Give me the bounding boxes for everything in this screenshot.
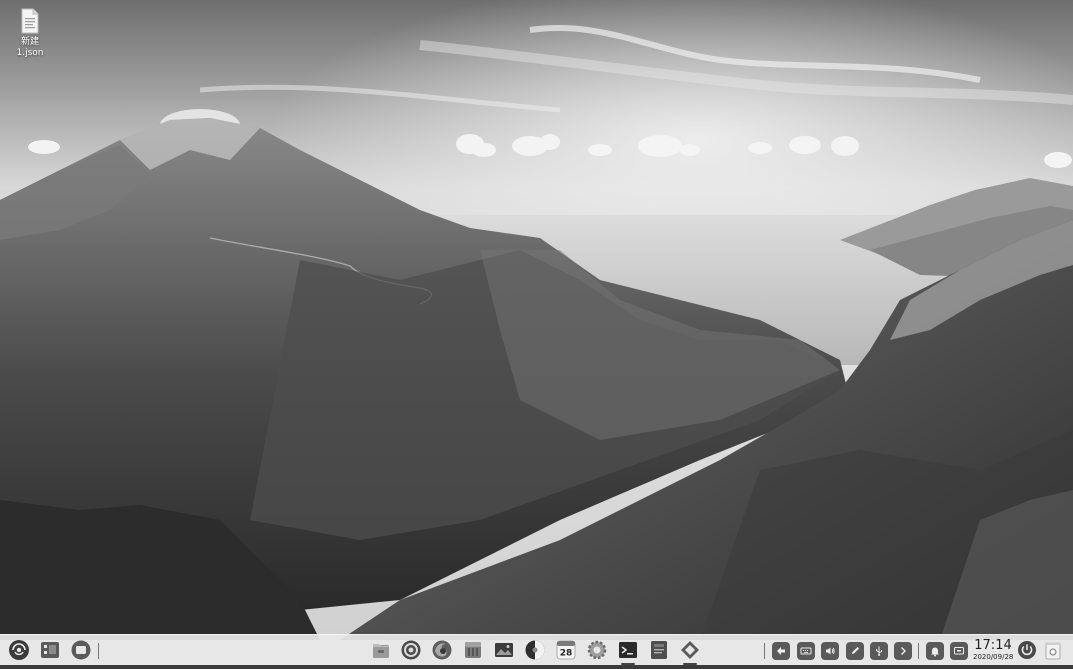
code-editor-icon (681, 641, 699, 659)
dock-app-browser[interactable] (400, 639, 422, 661)
file-manager-icon (373, 644, 389, 658)
desktop-file-json[interactable]: 新建 1.json (8, 8, 52, 59)
clock-date: 2020/09/28 (973, 653, 1014, 661)
firefox-icon (432, 640, 452, 660)
clock-time: 17:14 (974, 638, 1012, 653)
tray-input-method[interactable] (772, 642, 790, 660)
power-button[interactable] (1016, 639, 1038, 661)
calendar-icon: 28 (556, 640, 576, 660)
dock-app-image-viewer[interactable] (493, 639, 515, 661)
chevron-right-icon (901, 647, 906, 655)
tray-expand[interactable] (894, 642, 912, 660)
tray-usb[interactable] (870, 642, 888, 660)
launcher-button[interactable] (8, 639, 30, 661)
multitasking-view-button[interactable] (39, 639, 61, 661)
tray-notification[interactable] (926, 642, 944, 660)
dock-app-settings[interactable] (586, 639, 608, 661)
power-icon (1018, 641, 1036, 659)
dock-app-file-manager[interactable] (370, 639, 392, 661)
dock-app-firefox[interactable] (431, 639, 453, 661)
text-editor-icon (651, 641, 667, 659)
dock-app-text-editor[interactable] (648, 639, 670, 661)
desktop-file-label: 新建 1.json (16, 37, 44, 58)
clock[interactable]: 17:14 2020/09/28 (973, 638, 1013, 662)
pen-icon (852, 647, 859, 654)
dock-app-code-editor[interactable] (679, 639, 701, 661)
app-store-icon (465, 642, 481, 658)
dock-app-music[interactable] (524, 639, 546, 661)
trash-icon (1045, 642, 1061, 660)
terminal-icon (619, 642, 637, 658)
tray-volume[interactable] (821, 642, 839, 660)
settings-icon (587, 640, 607, 660)
input-method-icon (777, 647, 785, 655)
json-file-icon (21, 8, 39, 34)
image-viewer-icon (495, 643, 513, 657)
volume-icon (826, 647, 835, 655)
usb-icon (876, 646, 882, 656)
dock-separator (764, 643, 765, 659)
browser-icon (401, 640, 421, 660)
dock-separator (918, 643, 919, 659)
screen-bottom-edge (0, 665, 1073, 669)
tray-keyboard[interactable] (797, 642, 815, 660)
dock-app-app-store[interactable] (462, 639, 484, 661)
tray-screen[interactable] (950, 642, 968, 660)
tray-pen[interactable] (846, 642, 864, 660)
show-desktop-icon (71, 640, 91, 660)
dock-separator (98, 643, 99, 659)
deepin-logo-icon (9, 640, 29, 660)
show-desktop-button[interactable] (70, 639, 92, 661)
calendar-day: 28 (560, 649, 573, 659)
dock-app-calendar[interactable]: 28 (555, 639, 577, 661)
trash-button[interactable] (1042, 639, 1064, 661)
dock-app-terminal[interactable] (617, 639, 639, 661)
bell-icon (931, 647, 939, 657)
music-icon (525, 640, 545, 660)
multitasking-view-icon (41, 642, 59, 658)
screen-icon (954, 647, 964, 655)
keyboard-icon (800, 647, 812, 655)
desktop-wallpaper (0, 0, 1073, 669)
dock-panel: 28 17:14 2020/09/28 (0, 634, 1073, 666)
